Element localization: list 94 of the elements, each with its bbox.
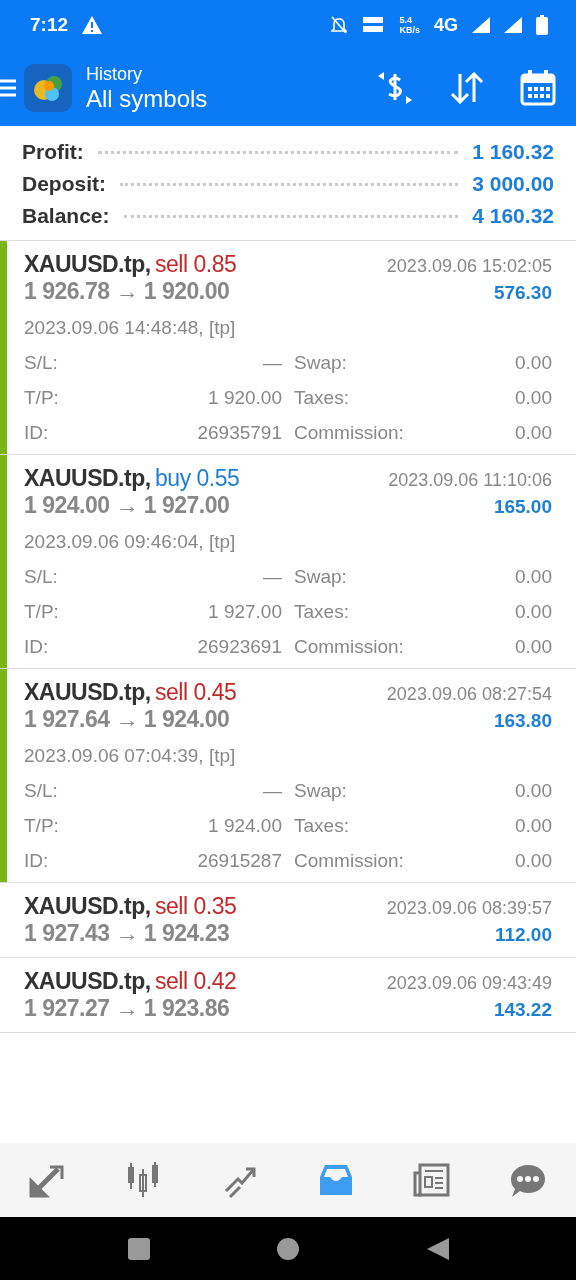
- summary-value: 4 160.32: [472, 204, 554, 228]
- battery-icon: [536, 15, 548, 35]
- deal-type: buy 0.55: [155, 465, 240, 491]
- deal-profit: 143.22: [493, 999, 552, 1021]
- muted-bell-icon: [331, 16, 348, 34]
- deal-type: sell 0.35: [155, 893, 237, 919]
- deal-profit: 165.00: [493, 496, 552, 518]
- detail-value: 1 920.00: [208, 387, 282, 409]
- open-time: 2023.09.06 07:04:39, [tp]: [24, 745, 237, 767]
- deal-symbol: XAUUSD.tp,: [24, 465, 151, 491]
- detail-label: Swap:: [294, 566, 347, 588]
- deal-prices: 1 927.27 → 1 923.86: [24, 995, 230, 1022]
- deal-type: sell 0.85: [155, 251, 237, 277]
- detail-value: 0.00: [515, 780, 552, 802]
- detail-label: T/P:: [24, 815, 59, 837]
- detail-value: 0.00: [515, 566, 552, 588]
- screen-subtitle: History: [86, 63, 143, 85]
- menu-icon[interactable]: [0, 78, 16, 98]
- detail-label: Swap:: [294, 780, 347, 802]
- detail-label: Swap:: [294, 352, 347, 374]
- summary-label: Balance:: [22, 204, 110, 228]
- close-time: 2023.09.06 09:43:49: [386, 973, 552, 994]
- deal-prices: 1 927.43 → 1 924.23: [24, 920, 230, 947]
- detail-value: 0.00: [515, 387, 552, 409]
- deal-type: sell 0.42: [155, 968, 237, 994]
- detail-value: —: [263, 566, 282, 588]
- detail-value: —: [263, 780, 282, 802]
- deal-symbol: XAUUSD.tp,: [24, 968, 151, 994]
- detail-label: S/L:: [24, 566, 58, 588]
- deal-prices: 1 924.00 → 1 927.00: [24, 492, 230, 519]
- detail-value: 26915287: [197, 850, 282, 872]
- deal-prices: 1 927.64 → 1 924.00: [24, 706, 230, 733]
- detail-value: 0.00: [515, 352, 552, 374]
- open-time: 2023.09.06 09:46:04, [tp]: [24, 531, 237, 553]
- detail-value: 0.00: [515, 636, 552, 658]
- detail-label: Taxes:: [294, 601, 349, 623]
- close-time: 2023.09.06 08:27:54: [386, 684, 552, 705]
- sort-icon[interactable]: [450, 72, 484, 104]
- detail-label: Taxes:: [294, 815, 349, 837]
- deal-card[interactable]: XAUUSD.tp, buy 0.55 2023.09.06 11:10:06 1 924.00 → 1 927.00 165.00 2023.09.06 09:46:04, [tp] S/L: — T/P: 1 927.00 ID: 26923691 Swap: 0.00 Taxes: 0.00 Commission: 0.00: [0, 455, 576, 669]
- screen-title[interactable]: All symbols: [86, 84, 208, 113]
- back-icon[interactable]: [426, 1237, 449, 1260]
- detail-label: S/L:: [24, 780, 58, 802]
- detail-value: 26935791: [197, 422, 282, 444]
- deal-card[interactable]: XAUUSD.tp, sell 0.42 2023.09.06 09:43:49 1 927.27 → 1 923.86 143.22: [0, 958, 576, 1033]
- detail-value: 0.00: [515, 422, 552, 444]
- deal-card[interactable]: XAUUSD.tp, sell 0.45 2023.09.06 08:27:54 1 927.64 → 1 924.00 163.80 2023.09.06 07:04:39, [tp] S/L: — T/P: 1 924.00 ID: 26915287 Swap: 0.00 Taxes: 0.00 Commission: 0.00: [0, 669, 576, 883]
- currency-exchange-icon[interactable]: [376, 70, 414, 106]
- summary-label: Profit:: [22, 140, 84, 164]
- deal-type: sell 0.45: [155, 679, 237, 705]
- home-icon[interactable]: [277, 1237, 299, 1260]
- detail-value: 1 927.00: [208, 601, 282, 623]
- warning-icon: [82, 16, 103, 34]
- deal-profit: 576.30: [493, 282, 552, 304]
- detail-label: ID:: [24, 850, 49, 872]
- network-type: 4G: [434, 14, 458, 36]
- detail-label: Commission:: [294, 422, 404, 444]
- app-logo-icon: [24, 64, 72, 112]
- detail-label: Commission:: [294, 850, 404, 872]
- detail-value: —: [263, 352, 282, 374]
- detail-label: Taxes:: [294, 387, 349, 409]
- recents-icon[interactable]: [127, 1237, 150, 1260]
- news-icon: [412, 1161, 452, 1199]
- detail-label: T/P:: [24, 601, 59, 623]
- summary-label: Deposit:: [22, 172, 106, 196]
- deal-prices: 1 926.78 → 1 920.00: [24, 278, 230, 305]
- deal-symbol: XAUUSD.tp,: [24, 893, 151, 919]
- network-speed: 5.4 KB/s: [399, 15, 420, 35]
- close-time: 2023.09.06 08:39:57: [386, 898, 552, 919]
- detail-value: 0.00: [515, 815, 552, 837]
- deal-symbol: XAUUSD.tp,: [24, 251, 151, 277]
- detail-value: 0.00: [515, 850, 552, 872]
- detail-label: ID:: [24, 422, 49, 444]
- deal-profit: 112.00: [494, 924, 552, 946]
- summary-value: 1 160.32: [472, 140, 554, 164]
- detail-label: T/P:: [24, 387, 59, 409]
- calendar-icon[interactable]: [520, 70, 556, 106]
- clock-time: 7:12: [30, 14, 69, 36]
- close-time: 2023.09.06 11:10:06: [388, 470, 552, 491]
- detail-label: S/L:: [24, 352, 58, 374]
- summary-value: 3 000.00: [472, 172, 554, 196]
- deal-symbol: XAUUSD.tp,: [24, 679, 151, 705]
- signal-icon: [504, 17, 522, 33]
- detail-value: 0.00: [515, 601, 552, 623]
- deal-profit: 163.80: [493, 710, 552, 732]
- detail-value: 26923691: [197, 636, 282, 658]
- close-time: 2023.09.06 15:02:05: [386, 256, 552, 277]
- open-time: 2023.09.06 14:48:48, [tp]: [24, 317, 237, 339]
- signal-icon: [472, 17, 490, 33]
- deal-card[interactable]: XAUUSD.tp, sell 0.85 2023.09.06 15:02:05 1 926.78 → 1 920.00 576.30 2023.09.06 14:48:48, [tp] S/L: — T/P: 1 920.00 ID: 26935791 Swap: 0.00 Taxes: 0.00 Commission: 0.00: [0, 241, 576, 455]
- detail-label: Commission:: [294, 636, 404, 658]
- detail-label: ID:: [24, 636, 49, 658]
- detail-value: 1 924.00: [208, 815, 282, 837]
- deal-card[interactable]: XAUUSD.tp, sell 0.35 2023.09.06 08:39:57 1 927.43 → 1 924.23 112.00: [0, 883, 576, 958]
